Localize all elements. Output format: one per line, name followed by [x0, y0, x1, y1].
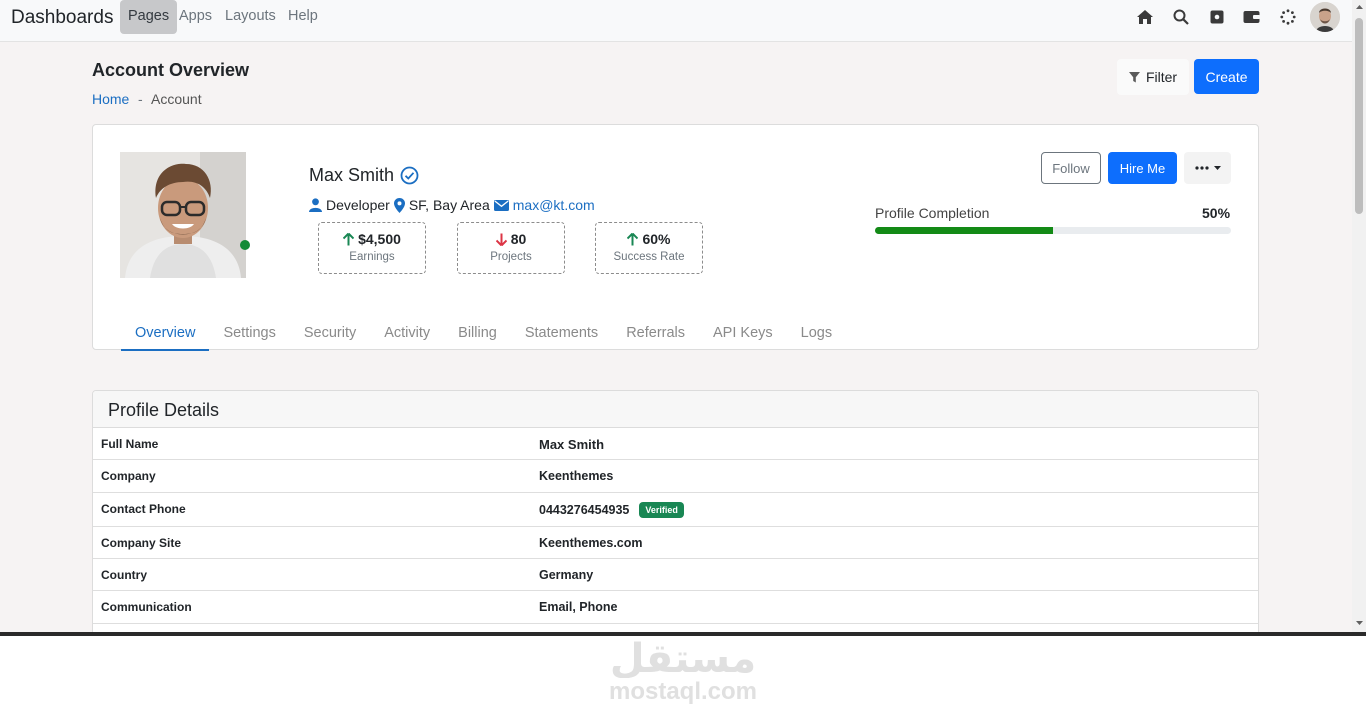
tab-logs[interactable]: Logs [787, 317, 846, 351]
detail-value: Max Smith [539, 437, 605, 452]
stat-earnings-value: $4,500 [358, 231, 401, 247]
detail-value: Keenthemes [539, 469, 614, 483]
profile-completion-value: 50% [1202, 205, 1231, 221]
filter-icon [1128, 71, 1140, 82]
nav-help[interactable]: Help [280, 0, 326, 34]
profile-card: Max Smith Developer SF, Bay Area max@kt.… [92, 124, 1259, 351]
detail-label: Company [101, 469, 156, 483]
arrow-down-icon [495, 233, 507, 246]
location-pin-icon [393, 197, 405, 213]
detail-label: Full Name [101, 437, 159, 451]
mostaql-arabic-logo: مستقل [610, 636, 756, 678]
user-avatar[interactable] [1310, 2, 1340, 32]
stat-success-rate-value: 60% [642, 231, 671, 247]
table-row: Contact Phone 0443276454935 Verified [93, 493, 1258, 527]
scrollbar-thumb[interactable] [1355, 18, 1363, 214]
stat-projects: 80 Projects [457, 222, 565, 274]
watermark: مستقل mostaql.com [0, 636, 1366, 718]
tab-activity[interactable]: Activity [370, 317, 444, 351]
brand-dashboards[interactable]: Dashboards [11, 7, 113, 29]
tab-security[interactable]: Security [290, 317, 370, 351]
follow-button[interactable]: Follow [1041, 152, 1101, 184]
profile-name: Max Smith [309, 165, 395, 185]
detail-value: Keenthemes.com [539, 536, 643, 550]
mostaql-latin-logo: mostaql.com [608, 678, 758, 705]
tab-referrals[interactable]: Referrals [612, 317, 699, 351]
stat-earnings: $4,500 Earnings [318, 222, 426, 274]
filter-button[interactable]: Filter [1117, 59, 1189, 95]
profile-tabs: Overview Settings Security Activity Bill… [121, 317, 846, 351]
more-options-button[interactable] [1184, 152, 1231, 184]
tab-api-keys[interactable]: API Keys [699, 317, 787, 351]
stat-projects-label: Projects [490, 251, 532, 263]
profile-completion-fill [875, 227, 1053, 234]
more-dots-icon [1194, 166, 1209, 170]
table-row [93, 624, 1258, 632]
verified-badge: Verified [639, 502, 684, 518]
contact-phone-value: 0443276454935 [539, 503, 630, 517]
tab-billing[interactable]: Billing [444, 317, 511, 351]
profile-completion-bar [875, 227, 1231, 234]
arrow-up-icon [627, 232, 639, 245]
stat-success-rate-label: Success Rate [613, 251, 685, 263]
person-icon [309, 198, 322, 212]
table-row: Country Germany [93, 559, 1258, 591]
scroll-down-arrow-icon[interactable] [1352, 616, 1366, 630]
hire-me-button[interactable]: Hire Me [1108, 152, 1177, 184]
profile-role: Developer [326, 197, 390, 213]
page-title: Account Overview [92, 60, 250, 80]
profile-email-link[interactable]: max@kt.com [513, 197, 595, 213]
tab-statements[interactable]: Statements [511, 317, 612, 351]
profile-meta: Developer SF, Bay Area max@kt.com [309, 197, 595, 213]
scroll-up-arrow-icon[interactable] [1352, 0, 1366, 14]
table-row: Communication Email, Phone [93, 591, 1258, 624]
profile-completion-label: Profile Completion [875, 205, 990, 221]
breadcrumb-separator: - [138, 91, 143, 107]
create-button[interactable]: Create [1194, 59, 1259, 94]
nav-layouts[interactable]: Layouts [217, 0, 284, 34]
detail-label: Communication [101, 600, 192, 614]
top-navbar: Dashboards Pages Apps Layouts Help [0, 0, 1352, 42]
wallet-icon[interactable] [1240, 7, 1262, 27]
detail-label: Country [101, 568, 147, 582]
search-icon[interactable] [1170, 7, 1192, 27]
caret-down-icon [1213, 166, 1221, 170]
profile-location: SF, Bay Area [408, 197, 490, 213]
profile-name-row: Max Smith [309, 165, 419, 186]
table-row: Company Keenthemes [93, 460, 1258, 493]
breadcrumb-current: Account [151, 91, 202, 107]
tab-settings[interactable]: Settings [209, 317, 289, 351]
svg-text:مستقل: مستقل [610, 636, 756, 678]
loader-icon[interactable] [1277, 7, 1299, 27]
detail-label: Contact Phone [101, 502, 186, 516]
detail-value: 0443276454935 Verified [539, 502, 684, 518]
stat-earnings-label: Earnings [349, 251, 395, 263]
table-row: Full Name Max Smith [93, 428, 1258, 460]
verified-check-icon [400, 166, 419, 185]
record-icon[interactable] [1206, 7, 1228, 27]
tab-overview[interactable]: Overview [121, 317, 210, 351]
nav-pages[interactable]: Pages [120, 0, 178, 34]
profile-details-title: Profile Details [93, 391, 1258, 428]
nav-apps[interactable]: Apps [171, 0, 220, 34]
detail-value: Email, Phone [539, 600, 618, 614]
arrow-up-icon [343, 232, 355, 245]
stat-projects-value: 80 [510, 231, 527, 247]
table-row: Company Site Keenthemes.com [93, 527, 1258, 559]
filter-label: Filter [1145, 69, 1178, 85]
home-icon[interactable] [1134, 7, 1156, 27]
profile-details-card: Profile Details Full Name Max Smith Comp… [92, 390, 1259, 632]
envelope-icon [493, 199, 509, 211]
detail-value: Germany [539, 568, 594, 582]
stat-success-rate: 60% Success Rate [595, 222, 703, 274]
online-status-dot [240, 240, 250, 250]
detail-label: Company Site [101, 536, 182, 550]
profile-photo [120, 152, 246, 278]
breadcrumb-home[interactable]: Home [92, 91, 129, 107]
page-content: Account Overview Home - Account Filter C… [0, 42, 1352, 632]
page-scrollbar[interactable] [1352, 0, 1366, 632]
